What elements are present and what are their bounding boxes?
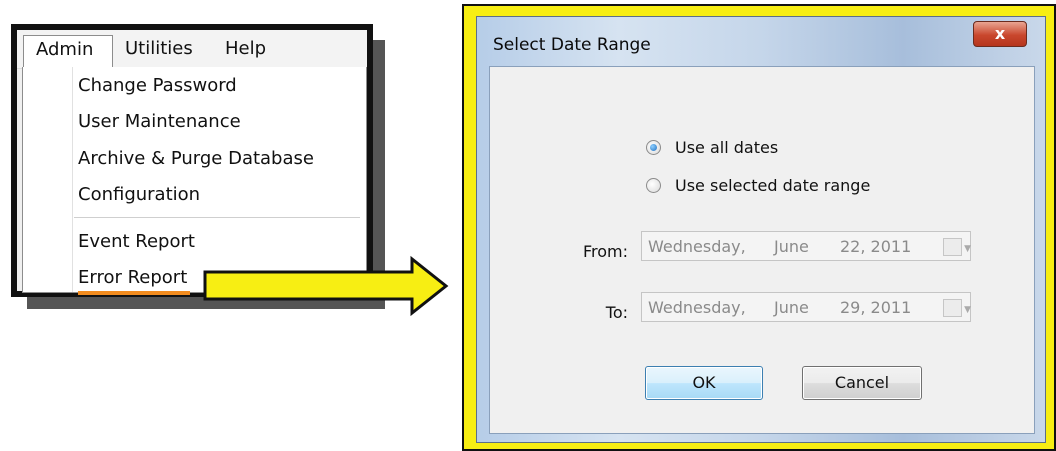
- menu-utilities[interactable]: Utilities: [125, 35, 193, 63]
- radio-checked-icon[interactable]: [646, 140, 661, 155]
- dialog-title: Select Date Range: [493, 35, 651, 55]
- menu-item-error-report[interactable]: Error Report: [78, 267, 187, 288]
- calendar-icon[interactable]: ▼: [943, 299, 971, 317]
- menu-item-event-report[interactable]: Event Report: [78, 231, 195, 252]
- error-report-highlight: [78, 291, 190, 295]
- cancel-button[interactable]: Cancel: [802, 366, 922, 400]
- menu-bar: Admin Utilities Help: [17, 30, 367, 69]
- menu-item-user-maintenance[interactable]: User Maintenance: [78, 111, 241, 132]
- to-day-year: 29, 2011: [840, 298, 912, 317]
- menu-help[interactable]: Help: [225, 35, 266, 63]
- from-month: June: [774, 237, 809, 256]
- menu-separator: [74, 217, 360, 218]
- to-weekday: Wednesday,: [648, 298, 746, 317]
- menu-admin[interactable]: Admin: [23, 35, 113, 68]
- close-button[interactable]: x: [973, 21, 1027, 47]
- to-label: To:: [605, 303, 628, 322]
- radio-label-all-dates: Use all dates: [675, 138, 779, 157]
- menu-item-change-password[interactable]: Change Password: [78, 75, 237, 96]
- calendar-icon[interactable]: ▼: [943, 238, 971, 256]
- menu-item-configuration[interactable]: Configuration: [78, 184, 200, 205]
- radio-use-all-dates[interactable]: Use all dates: [646, 138, 778, 157]
- dropdown-arrow-icon: ▼: [964, 244, 971, 254]
- radio-unchecked-icon[interactable]: [646, 178, 661, 193]
- to-date-picker[interactable]: Wednesday, June 29, 2011 ▼: [641, 292, 971, 322]
- to-month: June: [774, 298, 809, 317]
- ok-button[interactable]: OK: [645, 366, 763, 400]
- dropdown-arrow-icon: ▼: [964, 305, 971, 315]
- dialog-screenshot: Select Date Range x Use all dates Use se…: [462, 4, 1056, 451]
- from-date-picker[interactable]: Wednesday, June 22, 2011 ▼: [641, 231, 971, 261]
- radio-use-selected-range[interactable]: Use selected date range: [646, 176, 870, 195]
- dialog-client-area: Use all dates Use selected date range Fr…: [489, 66, 1035, 434]
- select-date-range-dialog: Select Date Range x Use all dates Use se…: [476, 16, 1046, 443]
- menu-item-archive-purge[interactable]: Archive & Purge Database: [78, 148, 314, 169]
- radio-label-selected-range: Use selected date range: [675, 176, 871, 195]
- from-label: From:: [582, 242, 628, 261]
- from-weekday: Wednesday,: [648, 237, 746, 256]
- from-day-year: 22, 2011: [840, 237, 912, 256]
- right-arrow-icon: [203, 255, 449, 317]
